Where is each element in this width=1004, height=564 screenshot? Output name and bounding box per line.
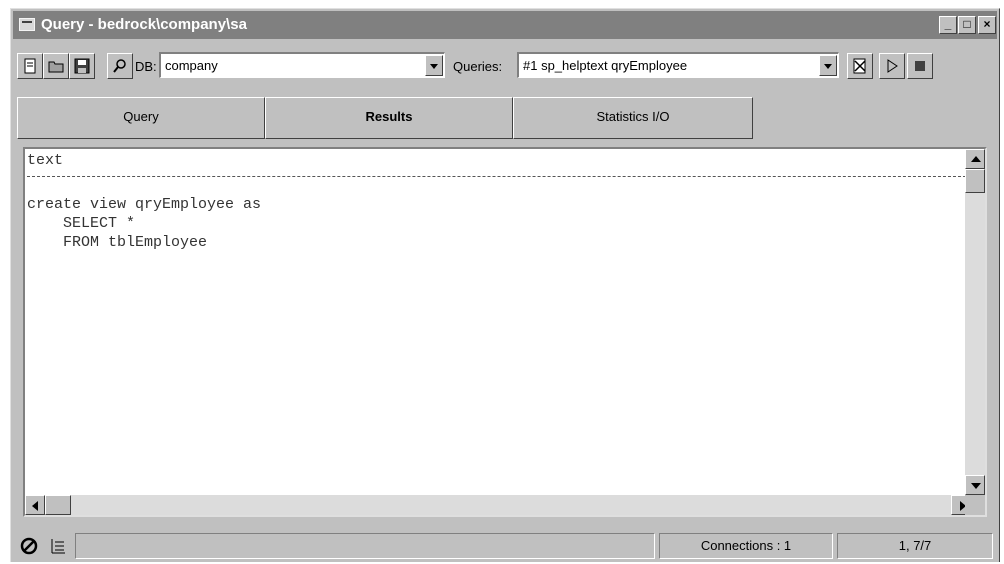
open-file-button[interactable] xyxy=(43,53,69,79)
scroll-down-button[interactable] xyxy=(965,475,985,495)
tab-query[interactable]: Query xyxy=(17,97,265,139)
minimize-button[interactable]: _ xyxy=(939,16,957,34)
close-button[interactable]: × xyxy=(978,16,996,34)
execute-button[interactable] xyxy=(879,53,905,79)
scroll-up-button[interactable] xyxy=(965,149,985,169)
remove-query-icon xyxy=(853,58,866,74)
status-bar: Connections : 1 1, 7/7 xyxy=(11,527,999,561)
down-arrow-icon xyxy=(971,483,981,489)
db-dropdown-button[interactable] xyxy=(425,55,443,76)
query-window: Query - bedrock\company\sa _ □ × DB: com… xyxy=(10,8,1000,562)
save-file-icon xyxy=(74,58,90,74)
result-line: FROM tblEmployee xyxy=(27,234,208,251)
result-line: SELECT * xyxy=(27,215,136,232)
open-file-icon xyxy=(48,61,64,73)
save-file-button[interactable] xyxy=(69,53,95,79)
scroll-corner xyxy=(965,495,985,515)
column-header: text xyxy=(27,152,64,169)
no-entry-icon xyxy=(17,533,41,559)
db-value: company xyxy=(165,58,218,73)
vertical-scroll-thumb[interactable] xyxy=(965,169,985,193)
tab-strip: Query Results Statistics I/O xyxy=(11,97,999,139)
window-title: Query - bedrock\company\sa xyxy=(41,16,247,33)
header-divider xyxy=(27,176,971,177)
left-arrow-icon xyxy=(32,501,38,511)
queries-label: Queries: xyxy=(453,59,503,74)
toolbar: DB: company Queries: #1 sp_helptext qryE… xyxy=(11,41,999,85)
result-line: create view qryEmployee as xyxy=(27,196,262,213)
window-app-icon[interactable] xyxy=(19,18,35,31)
remove-query-button[interactable] xyxy=(847,53,873,79)
tab-statistics-io[interactable]: Statistics I/O xyxy=(513,97,753,139)
scroll-left-button[interactable] xyxy=(25,495,45,515)
find-button[interactable] xyxy=(107,53,133,79)
horizontal-scrollbar[interactable] xyxy=(25,495,971,515)
db-combo[interactable]: company xyxy=(159,52,445,78)
queries-combo[interactable]: #1 sp_helptext qryEmployee xyxy=(517,52,839,78)
status-message-area xyxy=(75,533,655,559)
results-pane[interactable]: text create view qryEmployee as SELECT *… xyxy=(23,147,987,517)
new-query-icon xyxy=(24,58,36,74)
execute-icon xyxy=(887,59,898,73)
vertical-scrollbar[interactable] xyxy=(965,149,985,495)
new-query-button[interactable] xyxy=(17,53,43,79)
title-bar[interactable]: Query - bedrock\company\sa _ □ × xyxy=(13,11,997,39)
cursor-position-status: 1, 7/7 xyxy=(837,533,993,559)
tab-results[interactable]: Results xyxy=(265,97,513,139)
grid-results-icon xyxy=(45,533,71,559)
maximize-button[interactable]: □ xyxy=(958,16,976,34)
connections-status: Connections : 1 xyxy=(659,533,833,559)
queries-dropdown-button[interactable] xyxy=(819,55,837,76)
queries-value: #1 sp_helptext qryEmployee xyxy=(523,58,688,73)
up-arrow-icon xyxy=(971,156,981,162)
find-icon xyxy=(113,59,126,73)
cancel-execution-button[interactable] xyxy=(907,53,933,79)
horizontal-scroll-thumb[interactable] xyxy=(45,495,71,515)
cancel-execution-icon xyxy=(915,61,925,71)
db-label: DB: xyxy=(135,59,157,74)
